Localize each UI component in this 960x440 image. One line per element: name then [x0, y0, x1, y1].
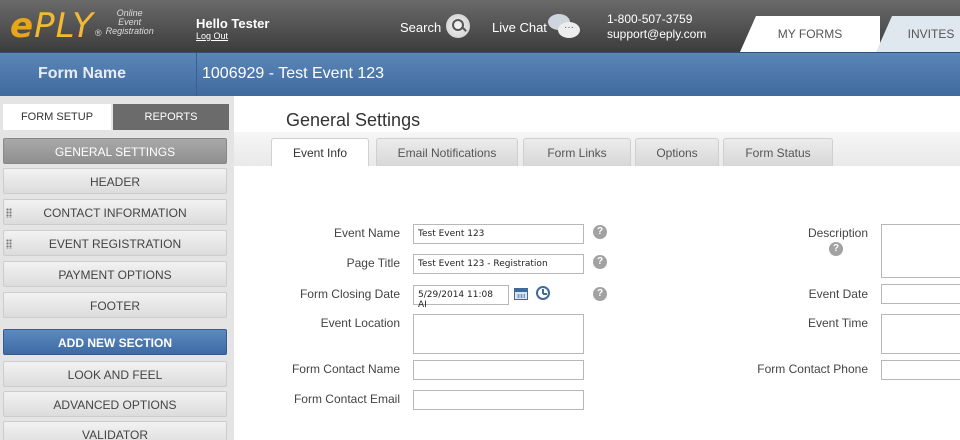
event-location-label: Event Location	[320, 316, 400, 330]
user-greeting: Hello Tester	[196, 16, 270, 31]
event-location-textarea[interactable]	[413, 314, 584, 354]
sidebar-item-validator[interactable]: VALIDATOR	[3, 421, 227, 440]
help-icon[interactable]: ?	[829, 242, 843, 256]
description-label: Description	[807, 226, 868, 240]
event-name-input[interactable]: Test Event 123	[413, 224, 584, 244]
page-title: General Settings	[286, 110, 421, 130]
sidebar-item-payment-options[interactable]: PAYMENT OPTIONS	[3, 261, 227, 287]
support-contact: 1-800-507-3759 support@eply.com	[607, 12, 706, 42]
description-textarea[interactable]	[881, 224, 960, 278]
sidebar-tabs: FORM SETUP REPORTS	[0, 104, 234, 130]
sidebar: FORM SETUP REPORTS GENERAL SETTINGS HEAD…	[0, 96, 234, 440]
add-new-section-button[interactable]: ADD NEW SECTION	[3, 329, 227, 355]
logo-tagline: Online Event Registration	[105, 8, 154, 36]
tab-reports[interactable]: REPORTS	[113, 104, 229, 130]
clock-icon[interactable]	[536, 286, 550, 300]
tab-form-status[interactable]: Form Status	[723, 138, 833, 166]
tab-my-forms[interactable]: MY FORMS	[740, 16, 880, 52]
drag-handle-icon[interactable]	[6, 208, 12, 218]
sidebar-item-footer[interactable]: FOOTER	[3, 292, 227, 318]
event-name-label: Event Name	[333, 226, 400, 240]
form-closing-date-input[interactable]: 5/29/2014 11:08 AI	[413, 285, 509, 310]
event-time-textarea[interactable]	[881, 314, 960, 354]
calendar-icon[interactable]	[514, 288, 528, 300]
help-icon[interactable]: ?	[593, 255, 607, 269]
eply-logo[interactable]: ePLY ® Online Event Registration	[10, 6, 154, 46]
sidebar-item-event-registration[interactable]: EVENT REGISTRATION	[3, 230, 227, 256]
form-contact-name-input[interactable]	[413, 360, 584, 380]
live-chat-label[interactable]: Live Chat	[492, 20, 547, 35]
tab-options[interactable]: Options	[635, 138, 719, 166]
tab-form-links[interactable]: Form Links	[523, 138, 631, 166]
sidebar-item-general-settings[interactable]: GENERAL SETTINGS	[3, 138, 227, 164]
tab-form-setup[interactable]: FORM SETUP	[3, 104, 111, 130]
tab-invites[interactable]: INVITES	[876, 16, 960, 52]
drag-handle-icon[interactable]	[6, 239, 12, 249]
search-icon[interactable]	[446, 14, 470, 38]
form-contact-phone-label: Form Contact Phone	[757, 362, 868, 376]
help-icon[interactable]: ?	[593, 287, 607, 301]
form-header: Form Name 1006929 - Test Event 123	[0, 52, 960, 97]
form-contact-phone-input[interactable]	[881, 360, 960, 380]
form-name-label: Form Name	[38, 65, 127, 82]
sidebar-item-contact-information[interactable]: CONTACT INFORMATION	[3, 199, 227, 225]
tab-email-notifications[interactable]: Email Notifications	[376, 138, 518, 166]
form-contact-email-label: Form Contact Email	[293, 392, 400, 406]
event-date-label: Event Date	[808, 287, 868, 301]
page-title-input[interactable]: Test Event 123 - Registration	[413, 254, 584, 274]
search-label[interactable]: Search	[400, 20, 441, 35]
sidebar-item-look-and-feel[interactable]: LOOK AND FEEL	[3, 361, 227, 387]
form-contact-email-input[interactable]	[413, 390, 584, 410]
support-phone: 1-800-507-3759	[607, 12, 693, 26]
sidebar-item-advanced-options[interactable]: ADVANCED OPTIONS	[3, 391, 227, 417]
top-bar: ePLY ® Online Event Registration Hello T…	[0, 0, 960, 52]
help-icon[interactable]: ?	[593, 225, 607, 239]
form-closing-date-label: Form Closing Date	[299, 287, 400, 301]
logout-link[interactable]: Log Out	[196, 31, 228, 41]
chat-bubble-icon[interactable]: ···	[548, 14, 580, 40]
sidebar-item-header[interactable]: HEADER	[3, 168, 227, 194]
tab-event-info[interactable]: Event Info	[271, 138, 369, 166]
form-title: 1006929 - Test Event 123	[202, 65, 385, 82]
support-email[interactable]: support@eply.com	[607, 27, 706, 42]
page-title-label: Page Title	[346, 256, 400, 270]
form-contact-name-label: Form Contact Name	[291, 362, 400, 376]
event-date-input[interactable]	[881, 284, 960, 304]
event-time-label: Event Time	[807, 316, 868, 330]
